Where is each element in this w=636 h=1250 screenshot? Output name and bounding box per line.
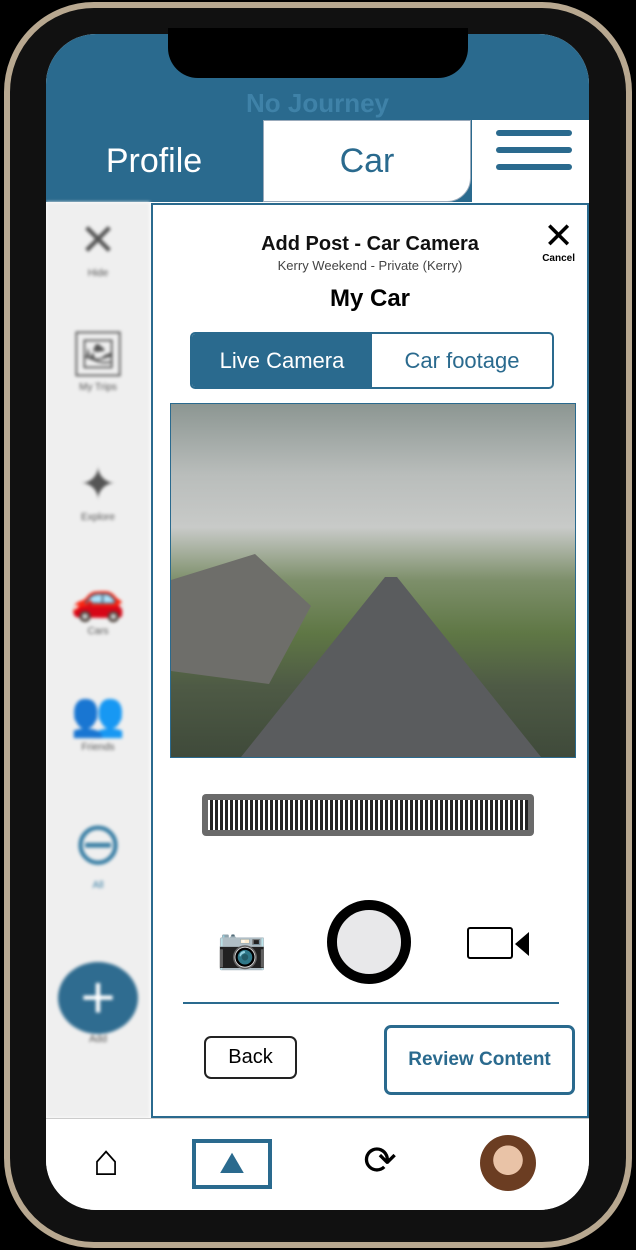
back-button[interactable]: Back <box>204 1036 297 1079</box>
cancel-button[interactable]: ✕ Cancel <box>542 215 575 265</box>
hamburger-menu-icon[interactable] <box>496 130 572 181</box>
shutter-button[interactable] <box>327 900 411 984</box>
cancel-label: Cancel <box>542 253 575 264</box>
divider <box>183 1002 559 1004</box>
video-camera-icon[interactable] <box>467 927 529 959</box>
friends-icon: 👥 <box>70 690 126 739</box>
plus-icon: + <box>58 962 138 1034</box>
car-name: My Car <box>329 285 411 312</box>
panel-title: Add Post - Car Camera <box>261 233 479 255</box>
car-sync-icon[interactable]: ⟳ <box>350 1133 410 1189</box>
sidebar-label: Explore <box>81 512 115 523</box>
close-icon: ✕ <box>79 216 117 265</box>
screen: No Journey Profile Car ✕ Hide 🖼 My Trips ✦… <box>46 34 589 1210</box>
sidebar-label: Cars <box>87 626 109 637</box>
image-icon: 🖼 <box>70 330 126 379</box>
car-icon: 🚗 <box>70 574 126 623</box>
gallery-icon[interactable]: ⛰ <box>192 1139 272 1189</box>
home-icon[interactable]: ⌂ <box>76 1133 136 1189</box>
tab-live-camera[interactable]: Live Camera <box>192 334 372 387</box>
rock <box>171 554 311 684</box>
tab-car[interactable]: Car <box>263 120 471 202</box>
camera-preview <box>170 403 576 758</box>
panel-subtitle: Kerry Weekend - Private (Kerry) <box>277 258 463 273</box>
sidebar-item-hide[interactable]: ✕ Hide <box>46 214 150 279</box>
add-post-panel: Add Post - Car Camera Kerry Weekend - Pr… <box>151 203 589 1118</box>
sidebar-label: Friends <box>81 742 115 753</box>
avatar[interactable] <box>480 1135 536 1191</box>
sidebar-label: Hide <box>87 268 109 279</box>
infinity-icon: ⊖ <box>72 810 124 877</box>
tab-profile[interactable]: Profile <box>46 120 262 202</box>
sidebar-item-add[interactable]: + Add <box>46 962 150 1045</box>
app-title: No Journey <box>245 88 390 118</box>
notch <box>168 28 468 78</box>
sidebar-item-all[interactable]: ⊖ All <box>46 808 150 891</box>
camera-source-toggle: Live Camera Car footage <box>190 332 554 389</box>
sidebar-label: My Trips <box>79 382 117 393</box>
tab-car-footage[interactable]: Car footage <box>372 334 552 387</box>
photo-camera-icon[interactable]: 📷 <box>217 925 267 972</box>
sidebar-item-explore[interactable]: ✦ Explore <box>46 458 150 523</box>
zoom-slider[interactable] <box>202 794 534 836</box>
sidebar-item-my-trips[interactable]: 🖼 My Trips <box>46 328 150 393</box>
bottom-nav: ⌂ ⛰ ⟳ <box>46 1118 589 1210</box>
sidebar-label: Add <box>89 1034 107 1045</box>
slider-track[interactable] <box>208 800 528 830</box>
sidebar-item-friends[interactable]: 👥 Friends <box>46 688 150 753</box>
sidebar: ✕ Hide 🖼 My Trips ✦ Explore 🚗 Cars 👥 Friends … <box>46 202 150 1118</box>
sidebar-item-cars[interactable]: 🚗 Cars <box>46 572 150 637</box>
sidebar-label: All <box>92 880 104 891</box>
review-content-button[interactable]: Review Content <box>384 1025 575 1095</box>
close-icon: ✕ <box>543 215 574 256</box>
compass-icon: ✦ <box>79 460 117 509</box>
